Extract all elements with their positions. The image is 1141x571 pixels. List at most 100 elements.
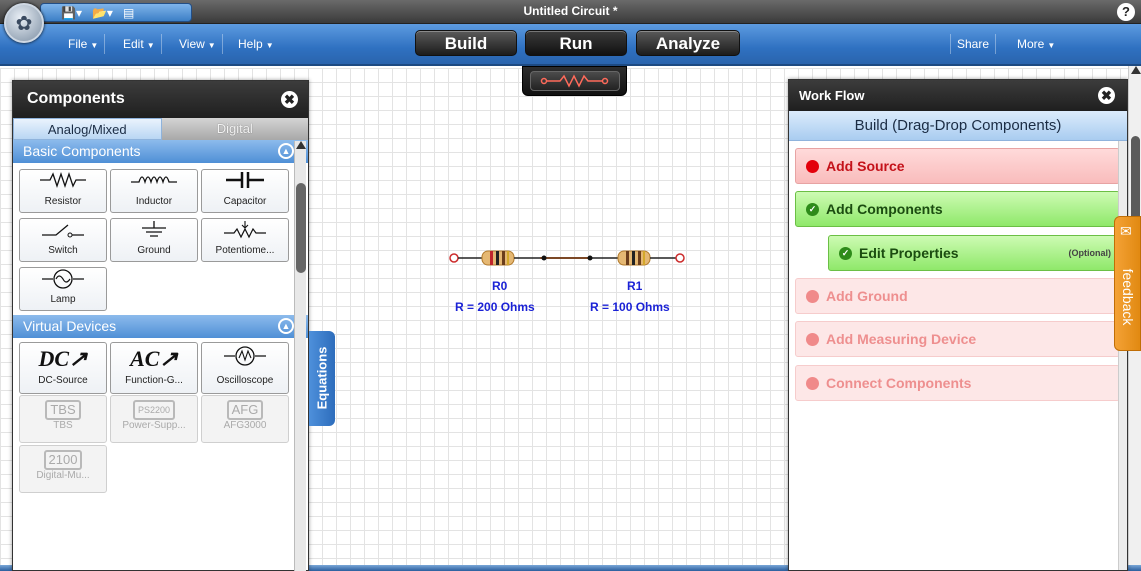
device-power-supply: PS2200 Power-Supp... <box>110 395 198 443</box>
chevron-down-icon: ▼ <box>90 41 99 50</box>
equations-tab[interactable]: Equations <box>309 331 335 426</box>
components-panel-header: Components ✖ <box>13 81 308 118</box>
device-function-generator[interactable]: AC↗ Function-G... <box>110 342 198 394</box>
step-label: Add Measuring Device <box>826 331 977 347</box>
status-dot-icon <box>806 290 819 303</box>
feedback-label: feedback <box>1120 268 1136 326</box>
tab-digital[interactable]: Digital <box>161 118 308 140</box>
component-inductor[interactable]: Inductor <box>110 169 198 213</box>
r0-name-label: R0 <box>492 279 508 293</box>
workflow-scrollbar[interactable] <box>1118 141 1127 570</box>
step-label: Add Source <box>826 158 905 174</box>
share-button[interactable]: Share <box>950 34 997 54</box>
device-afg3000: AFG AFG3000 <box>201 395 289 443</box>
resistor-icon <box>540 74 608 88</box>
component-label: Capacitor <box>223 196 267 207</box>
close-icon[interactable]: ✖ <box>1098 87 1115 104</box>
device-label: AFG3000 <box>223 420 267 431</box>
component-potentiometer[interactable]: Potentiome... <box>201 218 289 262</box>
device-dc-source[interactable]: DC↗ DC-Source <box>19 342 107 394</box>
function-generator-icon: AC↗ <box>130 346 178 371</box>
run-mode-button[interactable]: Run <box>525 30 627 56</box>
step-connect-components[interactable]: Connect Components <box>795 365 1120 401</box>
r0-value-label: R = 200 Ohms <box>455 300 535 314</box>
resistor-r1[interactable] <box>617 250 651 266</box>
open-folder-icon[interactable]: 📂▾ <box>92 6 113 20</box>
scrollbar-thumb[interactable] <box>296 183 306 273</box>
run-submenu <box>522 66 627 96</box>
components-tabs: Analog/Mixed Digital <box>13 118 308 140</box>
dc-source-icon: DC↗ <box>38 346 88 371</box>
step-add-measuring-device[interactable]: Add Measuring Device <box>795 321 1120 357</box>
menu-help-label: Help <box>238 37 263 51</box>
basic-components-header[interactable]: Basic Components ▲ <box>13 140 308 163</box>
workflow-panel-header: Work Flow ✖ <box>789 80 1127 111</box>
collapse-icon[interactable]: ▲ <box>278 143 294 159</box>
more-menu-label: More <box>1017 37 1045 51</box>
build-mode-button[interactable]: Build <box>415 30 517 56</box>
basic-components-title: Basic Components <box>23 143 141 159</box>
scroll-up-icon[interactable] <box>1131 66 1141 74</box>
collapse-icon[interactable]: ▲ <box>278 318 294 334</box>
status-dot-icon <box>806 333 819 346</box>
workflow-panel: Work Flow ✖ Build (Drag-Drop Components)… <box>788 79 1128 571</box>
resistor-icon <box>20 170 106 196</box>
component-switch[interactable]: Switch <box>19 218 107 262</box>
chevron-down-icon: ▼ <box>146 41 155 50</box>
device-label: Digital-Mu... <box>36 470 90 481</box>
chevron-down-icon: ▼ <box>207 41 216 50</box>
step-add-ground[interactable]: Add Ground <box>795 278 1120 314</box>
chevron-down-icon: ▼ <box>265 41 274 50</box>
components-scrollbar[interactable] <box>294 141 306 571</box>
oscilloscope-icon <box>202 343 288 375</box>
resistor-r0[interactable] <box>481 250 515 266</box>
device-label: DC-Source <box>38 375 88 386</box>
basic-components-grid: Resistor Inductor Capacitor Switch Groun… <box>13 163 308 315</box>
simulate-resistor-button[interactable] <box>529 71 620 91</box>
menu-view[interactable]: View ▼ <box>173 34 223 54</box>
component-label: Ground <box>137 245 171 256</box>
menu-file[interactable]: File ▼ <box>62 34 106 54</box>
menu-help[interactable]: Help ▼ <box>232 34 280 54</box>
r1-name-label: R1 <box>627 279 643 293</box>
inductor-icon <box>111 170 197 196</box>
layout-icon[interactable]: ▤ <box>123 6 134 20</box>
lamp-icon <box>20 268 106 294</box>
app-logo-icon[interactable]: ✿ <box>4 3 44 43</box>
r1-value-label: R = 100 Ohms <box>590 300 670 314</box>
component-lamp[interactable]: Lamp <box>19 267 107 311</box>
status-dot-icon <box>806 160 819 173</box>
feedback-tab[interactable]: ✉ feedback <box>1114 216 1141 351</box>
step-label: Edit Properties <box>859 245 959 261</box>
device-oscilloscope[interactable]: Oscilloscope <box>201 342 289 394</box>
virtual-devices-header[interactable]: Virtual Devices ▲ <box>13 315 308 338</box>
scroll-up-icon[interactable] <box>296 141 306 149</box>
save-icon[interactable]: 💾▾ <box>61 6 82 20</box>
virtual-devices-title: Virtual Devices <box>23 318 117 334</box>
menu-edit[interactable]: Edit ▼ <box>117 34 162 54</box>
check-icon: ✓ <box>806 203 819 216</box>
tab-analog-mixed[interactable]: Analog/Mixed <box>13 118 162 140</box>
status-dot-icon <box>806 377 819 390</box>
optional-note: (Optional) <box>1068 248 1112 258</box>
capacitor-icon <box>202 170 288 196</box>
more-menu[interactable]: More ▼ <box>1011 34 1061 54</box>
close-icon[interactable]: ✖ <box>281 91 298 108</box>
device-tbs: TBS TBS <box>19 395 107 443</box>
ground-icon <box>111 219 197 245</box>
step-add-source[interactable]: Add Source <box>795 148 1120 184</box>
component-ground[interactable]: Ground <box>110 218 198 262</box>
help-button[interactable]: ? <box>1117 3 1135 21</box>
component-resistor[interactable]: Resistor <box>19 169 107 213</box>
component-capacitor[interactable]: Capacitor <box>201 169 289 213</box>
step-label: Add Ground <box>826 288 908 304</box>
device-label: TBS <box>53 420 73 431</box>
device-label: Oscilloscope <box>216 375 274 386</box>
step-label: Connect Components <box>826 375 972 391</box>
analyze-mode-button[interactable]: Analyze <box>636 30 740 56</box>
workflow-subtitle: Build (Drag-Drop Components) <box>789 111 1127 141</box>
components-panel-title: Components <box>27 90 125 107</box>
step-edit-properties[interactable]: ✓ Edit Properties (Optional) <box>828 235 1120 271</box>
step-add-components[interactable]: ✓ Add Components <box>795 191 1120 227</box>
menu-bar: File ▼ Edit ▼ View ▼ Help ▼ Build Run Analyz… <box>0 24 1141 66</box>
